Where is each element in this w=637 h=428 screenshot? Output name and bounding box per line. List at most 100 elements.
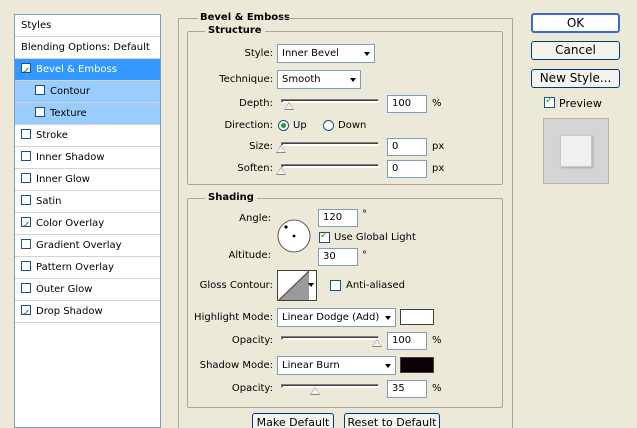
style-item-bevel-emboss[interactable]: Bevel & Emboss (15, 59, 160, 83)
use-global-light-label[interactable]: Use Global Light (334, 232, 416, 243)
style-dropdown[interactable]: Inner Bevel (277, 44, 375, 63)
preview-swatch (560, 135, 592, 167)
anti-aliased-checkbox[interactable] (330, 280, 341, 291)
style-item-stroke[interactable]: Stroke (15, 125, 160, 147)
shadow-mode-dropdown[interactable]: Linear Burn (277, 356, 396, 375)
highlight-opacity-input[interactable]: 100 (387, 332, 427, 350)
shadow-mode-label: Shadow Mode: (199, 360, 273, 371)
style-item-label: Gradient Overlay (36, 240, 122, 251)
style-item-color-overlay[interactable]: Color Overlay (15, 213, 160, 237)
style-item-label: Inner Shadow (36, 152, 105, 163)
highlight-opacity-track[interactable] (281, 336, 379, 340)
highlight-opacity-thumb[interactable] (372, 339, 382, 347)
make-default-button[interactable]: Make Default (252, 413, 334, 428)
gloss-contour-picker[interactable] (277, 270, 317, 301)
depth-slider-track[interactable] (281, 99, 379, 103)
style-item-checkbox[interactable] (21, 215, 31, 237)
outer-group-left-edge (178, 18, 179, 428)
style-item-label: Texture (50, 108, 87, 119)
shading-group (187, 198, 503, 408)
ok-button[interactable]: OK (531, 13, 620, 33)
soften-input[interactable]: 0 (387, 160, 427, 178)
style-item-checkbox[interactable] (35, 107, 45, 117)
style-item-checkbox[interactable] (21, 151, 31, 161)
gloss-contour-label: Gloss Contour: (199, 280, 273, 291)
style-item-checkbox[interactable] (21, 61, 31, 83)
soften-value: 0 (392, 163, 399, 174)
highlight-mode-value: Linear Dodge (Add) (282, 312, 380, 323)
use-global-light-checkbox[interactable] (319, 230, 330, 243)
angle-dial[interactable] (276, 218, 312, 254)
cancel-button[interactable]: Cancel (531, 41, 620, 60)
angle-label: Angle: (239, 213, 271, 224)
shadow-opacity-track[interactable] (281, 384, 379, 388)
direction-label: Direction: (224, 120, 273, 131)
shadow-color-swatch[interactable] (400, 357, 434, 373)
technique-dropdown[interactable]: Smooth (277, 70, 361, 89)
reset-to-default-button[interactable]: Reset to Default (344, 413, 440, 428)
style-item-checkbox[interactable] (21, 303, 31, 325)
highlight-mode-dropdown[interactable]: Linear Dodge (Add) (277, 308, 396, 327)
soften-slider-thumb[interactable] (276, 167, 286, 175)
style-item-inner-shadow[interactable]: Inner Shadow (15, 147, 160, 169)
outer-group-right-edge (512, 18, 513, 428)
preview-thumbnail (543, 118, 609, 184)
style-item-satin[interactable]: Satin (15, 191, 160, 213)
style-item-checkbox[interactable] (35, 85, 45, 95)
highlight-color-swatch[interactable] (400, 309, 434, 325)
anti-aliased-label[interactable]: Anti-aliased (346, 280, 405, 291)
style-item-drop-shadow[interactable]: Drop Shadow (15, 301, 160, 325)
style-item-label: Contour (50, 86, 90, 97)
preview-label[interactable]: Preview (559, 97, 602, 110)
depth-input[interactable]: 100 (387, 95, 427, 113)
altitude-input[interactable]: 30 (318, 248, 358, 266)
technique-dropdown-value: Smooth (282, 74, 321, 85)
technique-label: Technique: (219, 74, 273, 85)
style-item-contour[interactable]: Contour (15, 81, 160, 103)
style-item-label: Outer Glow (36, 284, 93, 295)
style-item-checkbox[interactable] (21, 129, 31, 139)
direction-down-radio[interactable] (323, 120, 334, 131)
style-item-checkbox[interactable] (21, 283, 31, 293)
size-slider-track[interactable] (281, 142, 379, 146)
chevron-down-icon (350, 78, 356, 82)
angle-degree: ° (362, 209, 367, 220)
style-item-texture[interactable]: Texture (15, 103, 160, 125)
highlight-mode-label: Highlight Mode: (194, 312, 273, 323)
altitude-label: Altitude: (228, 250, 271, 261)
style-item-label: Pattern Overlay (36, 262, 115, 273)
style-item-checkbox[interactable] (21, 195, 31, 205)
shadow-opacity-value: 35 (392, 383, 405, 394)
shadow-opacity-input[interactable]: 35 (387, 380, 427, 398)
style-item-checkbox[interactable] (21, 239, 31, 249)
title-rule-right (282, 18, 512, 19)
shadow-opacity-thumb[interactable] (309, 387, 320, 395)
contour-preview-icon (279, 271, 309, 300)
direction-up-radio[interactable] (278, 120, 289, 131)
styles-list: Styles Blending Options: Default Bevel &… (14, 14, 161, 428)
chevron-down-icon (385, 364, 391, 368)
size-slider-thumb[interactable] (276, 145, 286, 153)
style-item-outer-glow[interactable]: Outer Glow (15, 279, 160, 301)
style-item-label: Stroke (36, 130, 68, 141)
depth-slider-thumb[interactable] (283, 102, 294, 110)
new-style-button[interactable]: New Style... (531, 69, 620, 88)
angle-input[interactable]: 120 (318, 209, 358, 227)
blending-options-item[interactable]: Blending Options: Default (15, 37, 160, 59)
style-item-gradient-overlay[interactable]: Gradient Overlay (15, 235, 160, 257)
style-item-pattern-overlay[interactable]: Pattern Overlay (15, 257, 160, 279)
style-item-checkbox[interactable] (21, 261, 31, 271)
soften-slider-track[interactable] (281, 164, 379, 168)
chevron-down-icon (308, 283, 314, 287)
size-input[interactable]: 0 (387, 138, 427, 156)
styles-header[interactable]: Styles (15, 15, 160, 37)
preview-checkbox[interactable] (544, 95, 555, 108)
direction-down-label[interactable]: Down (338, 120, 366, 131)
style-item-inner-glow[interactable]: Inner Glow (15, 169, 160, 191)
blending-options-label: Blending Options: Default (21, 42, 150, 53)
style-item-checkbox[interactable] (21, 173, 31, 183)
style-item-label: Drop Shadow (36, 306, 103, 317)
shadow-opacity-unit: % (432, 383, 442, 394)
direction-up-label[interactable]: Up (293, 120, 307, 131)
shading-title: Shading (205, 192, 257, 203)
